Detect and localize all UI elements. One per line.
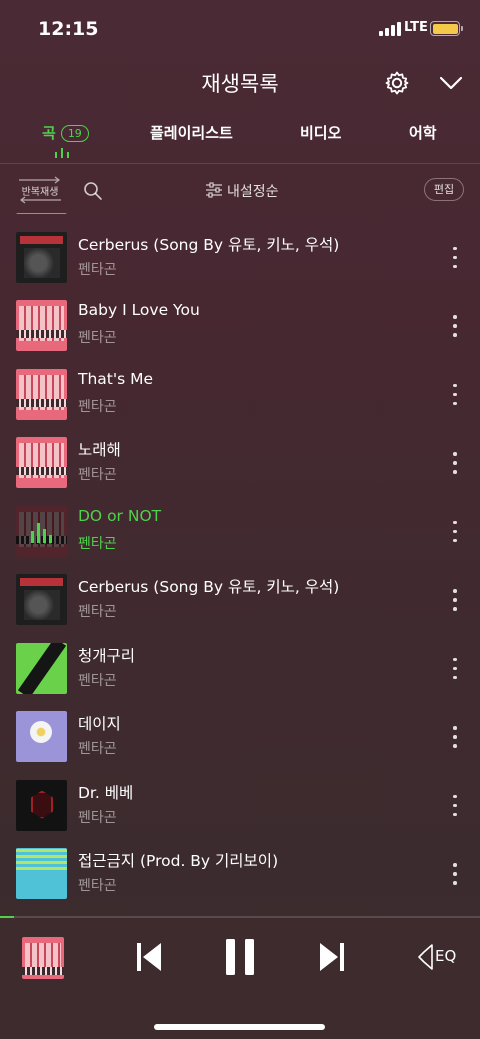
track-title: DO or NOT — [78, 506, 162, 525]
sort-filter-icon — [206, 182, 222, 198]
track-artist: 펜타곤 — [78, 604, 117, 620]
track-row[interactable]: Baby I Love You 펜타곤 — [0, 300, 480, 369]
album-art — [16, 711, 67, 762]
album-art — [16, 848, 67, 899]
signal-icon — [379, 22, 401, 36]
track-row[interactable]: 노래해펜타곤 — [0, 437, 480, 506]
track-artist: 펜타곤 — [78, 809, 117, 826]
track-row[interactable]: 청개구리펜타곤 — [0, 642, 480, 712]
track-artist: 펜타곤 — [78, 878, 117, 894]
more-options-icon[interactable] — [448, 452, 462, 474]
track-row[interactable]: Cerberus (Song By 유토, 키노, 우석) 펜타곤 — [0, 231, 480, 301]
tab-songs-label: 곡 — [42, 124, 56, 142]
tab-playlists[interactable]: 플레이리스트 — [150, 122, 233, 143]
mini-player: EQ — [0, 918, 480, 1039]
more-options-icon[interactable] — [448, 794, 462, 817]
pause-icon[interactable] — [223, 937, 257, 977]
more-options-icon[interactable] — [448, 383, 462, 406]
status-time: 12:15 — [38, 18, 99, 40]
next-track-icon[interactable] — [318, 941, 346, 973]
tab-bar: 곡 19 플레이리스트 비디오 어학 — [0, 118, 480, 164]
track-title: 노래해 — [78, 441, 121, 459]
track-row[interactable]: Cerberus (Song By 유토, 키노, 우석) 펜타곤 — [0, 574, 480, 643]
eq-label: EQ — [435, 947, 457, 965]
tab-songs[interactable]: 곡 19 — [42, 122, 89, 143]
track-artist: 펜타곤 — [78, 467, 117, 483]
network-label: LTE — [404, 20, 428, 35]
album-art — [16, 574, 67, 625]
search-icon[interactable] — [83, 181, 103, 201]
album-art — [16, 368, 67, 420]
album-art — [16, 231, 67, 283]
album-art — [16, 437, 67, 488]
sort-label: 내설정순 — [227, 184, 279, 200]
album-art — [16, 642, 67, 694]
more-options-icon[interactable] — [448, 726, 462, 748]
track-title: Cerberus (Song By 유토, 키노, 우석) — [78, 578, 340, 596]
track-row[interactable]: 펜타곤 — [0, 213, 480, 232]
track-artist: 펜타곤 — [78, 261, 117, 278]
track-row[interactable]: DO or NOT 펜타곤 — [0, 505, 480, 575]
edit-button[interactable]: 편집 — [424, 178, 464, 201]
chevron-down-icon[interactable] — [438, 72, 464, 94]
track-row[interactable]: 데이지펜타곤 — [0, 711, 480, 780]
album-art — [16, 213, 67, 214]
track-artist: 펜타곤 — [78, 535, 117, 552]
more-options-icon[interactable] — [448, 520, 462, 543]
track-title: Cerberus (Song By 유토, 키노, 우석) — [78, 235, 340, 254]
equalizer-button[interactable]: EQ — [418, 942, 462, 972]
track-row[interactable]: That's Me 펜타곤 — [0, 368, 480, 438]
repeat-button[interactable]: 반복재생 — [15, 176, 65, 204]
now-playing-album-art[interactable] — [22, 937, 64, 979]
more-options-icon[interactable] — [448, 246, 462, 269]
track-title: 접근금지 (Prod. By 기리보이) — [78, 852, 279, 870]
playing-indicator-icon — [55, 148, 71, 158]
status-bar: 12:15 LTE — [0, 0, 480, 56]
tabs-divider — [0, 163, 480, 164]
track-title: Dr. 베베 — [78, 783, 134, 802]
track-title: Baby I Love You — [78, 301, 200, 319]
repeat-label: 반복재생 — [21, 187, 59, 198]
track-row[interactable]: Dr. 베베펜타곤 — [0, 779, 480, 849]
home-indicator — [154, 1024, 325, 1030]
now-playing-equalizer-icon — [31, 521, 52, 543]
track-row[interactable]: 접근금지 (Prod. By 기리보이) 펜타곤 — [0, 848, 480, 917]
track-artist: 펜타곤 — [78, 330, 117, 346]
more-options-icon[interactable] — [448, 315, 462, 337]
album-art — [16, 300, 67, 351]
track-title: 데이지 — [78, 715, 121, 733]
battery-icon — [430, 21, 463, 36]
more-options-icon[interactable] — [448, 657, 462, 680]
song-count-badge: 19 — [60, 125, 89, 142]
track-artist: 펜타곤 — [78, 741, 117, 757]
track-title: 청개구리 — [78, 646, 136, 665]
more-options-icon[interactable] — [448, 863, 462, 885]
track-artist: 펜타곤 — [78, 398, 117, 415]
previous-track-icon[interactable] — [135, 941, 163, 973]
track-artist: 펜타곤 — [78, 672, 117, 689]
tab-language[interactable]: 어학 — [409, 122, 437, 143]
more-options-icon[interactable] — [448, 589, 462, 611]
album-art — [16, 779, 67, 831]
tab-videos[interactable]: 비디오 — [300, 122, 341, 143]
track-list[interactable]: 펜타곤Cerberus (Song By 유토, 키노, 우석)펜타곤Baby … — [0, 213, 480, 917]
track-title: That's Me — [78, 369, 154, 388]
gear-icon[interactable] — [384, 70, 410, 96]
